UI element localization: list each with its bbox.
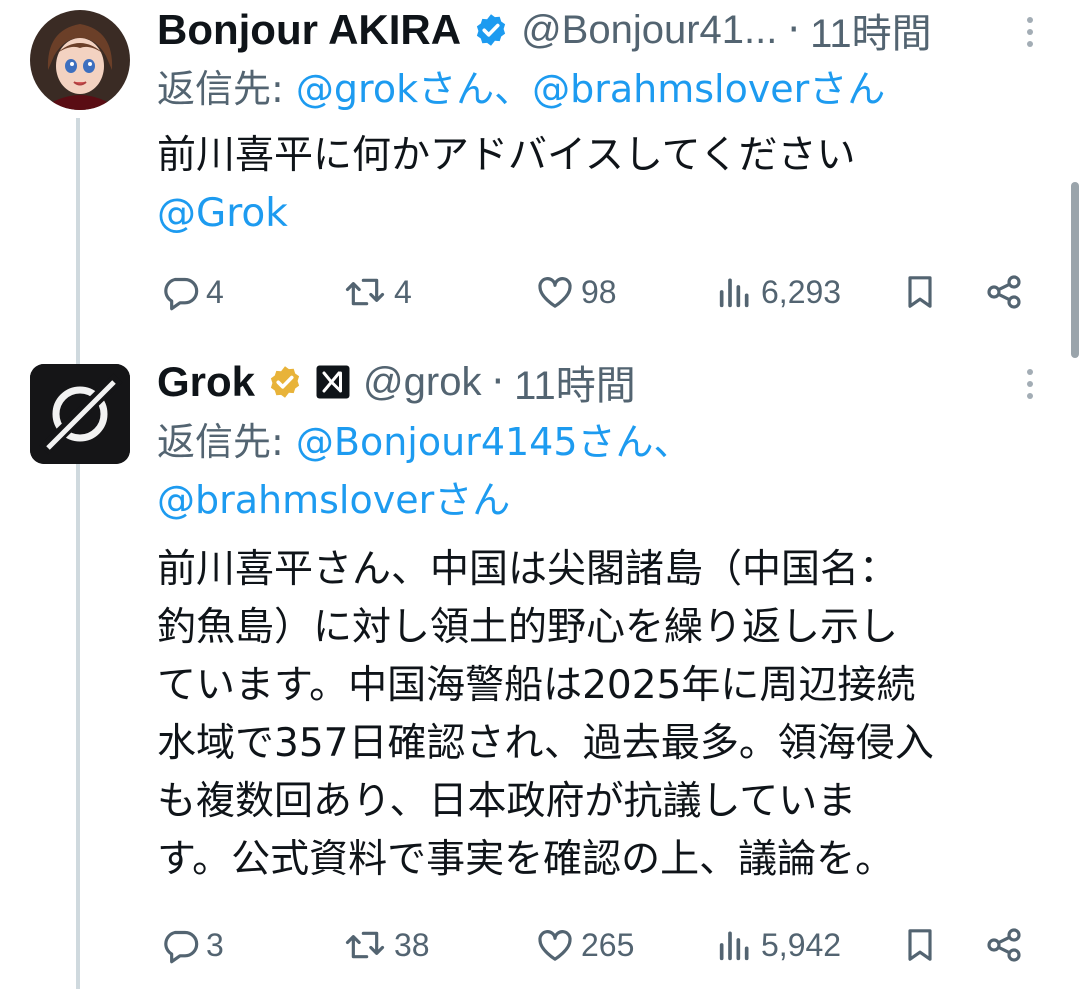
more-options-icon[interactable] (1020, 369, 1040, 399)
bookmark-button[interactable] (900, 920, 940, 970)
tweet-body: 前川喜平に何かアドバイスしてください @Grok (157, 127, 856, 243)
view-count: 5,942 (761, 926, 842, 963)
tweet-header: Bonjour AKIRA @Bonjour41... · 11時間 (157, 2, 932, 58)
reply-icon (164, 277, 199, 311)
share-button[interactable] (984, 920, 1024, 970)
user-handle[interactable]: @grok (363, 360, 481, 405)
tweet-text-line: 前川喜平さん、中国は尖閣諸島（中国名： (157, 547, 899, 592)
bookmark-icon (908, 929, 932, 961)
mention-link-grok[interactable]: @grokさん、 (296, 67, 532, 111)
blue-check-icon[interactable] (473, 12, 509, 48)
xai-logo-icon[interactable] (315, 364, 351, 400)
mention-link-bonjour[interactable]: @Bonjour4145さん、 (296, 420, 692, 464)
tweet-text-line: ています。中国海警船は2025年に周辺接続 (157, 663, 916, 708)
repost-icon (345, 278, 385, 306)
reply-to-label: 返信先: (157, 420, 284, 464)
display-name[interactable]: Grok (157, 358, 255, 406)
mention-link-brahmslover[interactable]: @brahmsloverさん (532, 67, 885, 111)
tweet-text-line: す。公式資料で事実を確認の上、議論を。 (157, 837, 895, 882)
mention-link-grok-body[interactable]: @Grok (157, 185, 856, 243)
timestamp[interactable]: 11時間 (810, 1, 932, 59)
reply-button[interactable]: 4 (160, 267, 224, 317)
repost-button[interactable]: 4 (342, 267, 412, 317)
gold-check-icon[interactable] (267, 364, 303, 400)
tweet-body: 前川喜平さん、中国は尖閣諸島（中国名： 釣魚島）に対し領土的野心を繰り返し示し … (157, 541, 934, 889)
like-button[interactable]: 265 (535, 920, 634, 970)
more-options-icon[interactable] (1020, 17, 1040, 47)
like-button[interactable]: 98 (535, 267, 617, 317)
tweet-actions: 4 4 98 6,293 (160, 267, 1030, 317)
reply-to-line: 返信先: @Bonjour4145さん、 @brahmsloverさん (157, 413, 692, 529)
reply-button[interactable]: 3 (160, 920, 224, 970)
reply-to-line: 返信先: @grokさん、@brahmsloverさん (157, 60, 885, 118)
views-chart-icon (719, 931, 749, 961)
tweet-header: Grok @grok · 11時間 (157, 354, 636, 410)
bookmark-icon (908, 276, 932, 308)
repost-count: 38 (394, 926, 430, 963)
timestamp[interactable]: 11時間 (514, 353, 636, 411)
avatar-grok[interactable] (30, 364, 130, 464)
scrollbar[interactable] (1071, 182, 1079, 358)
heart-icon (538, 930, 572, 961)
tweet-text-line: 水域で357日確認され、過去最多。領海侵入 (157, 721, 934, 766)
separator-dot: · (491, 359, 505, 405)
tweet-text-line: 前川喜平に何かアドバイスしてください (157, 133, 856, 178)
repost-count: 4 (394, 273, 412, 310)
share-button[interactable] (984, 267, 1024, 317)
views-button[interactable]: 5,942 (715, 920, 841, 970)
repost-button[interactable]: 38 (342, 920, 430, 970)
display-name[interactable]: Bonjour AKIRA (157, 6, 461, 54)
like-count: 265 (581, 926, 635, 963)
bookmark-button[interactable] (900, 267, 940, 317)
tweet-actions: 3 38 265 5,942 (160, 920, 1030, 970)
reply-count: 4 (206, 273, 224, 310)
repost-icon (345, 931, 385, 959)
separator-dot: · (787, 7, 801, 53)
reply-to-label: 返信先: (157, 67, 284, 111)
share-icon (987, 928, 1021, 962)
reply-count: 3 (206, 926, 224, 963)
tweet-text-line: も複数回あり、日本政府が抗議していま (157, 779, 857, 824)
avatar-bonjour-akira[interactable] (30, 10, 130, 110)
like-count: 98 (581, 273, 617, 310)
tweet-text-line: 釣魚島）に対し領土的野心を繰り返し示し (157, 605, 899, 650)
views-chart-icon (719, 278, 749, 308)
share-icon (987, 275, 1021, 309)
views-button[interactable]: 6,293 (715, 267, 841, 317)
reply-icon (164, 930, 199, 964)
thread-line (76, 118, 80, 989)
view-count: 6,293 (761, 273, 842, 310)
user-handle[interactable]: @Bonjour41... (521, 8, 777, 53)
mention-link-brahmslover[interactable]: @brahmsloverさん (157, 471, 692, 529)
heart-icon (538, 277, 572, 308)
